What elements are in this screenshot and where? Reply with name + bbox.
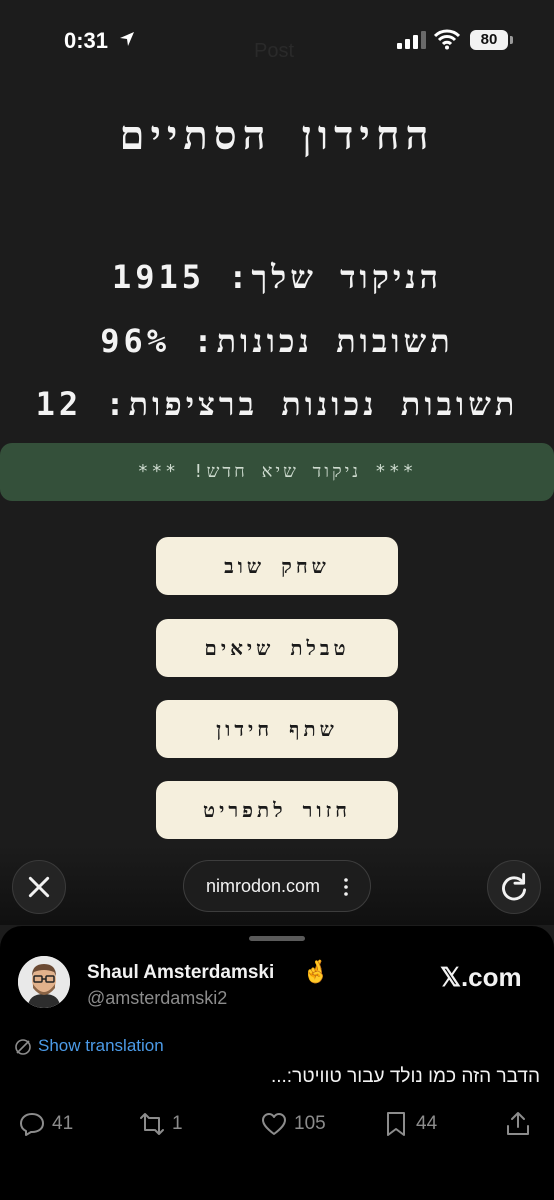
play-again-button[interactable]: שחק שוב	[156, 537, 398, 595]
battery-level: 80	[470, 30, 508, 50]
repost-count: 1	[172, 1113, 183, 1134]
share-quiz-button[interactable]: שתף חידון	[156, 700, 398, 758]
status-bar: 0:31 Post 80	[0, 0, 554, 80]
status-time: 0:31	[64, 28, 109, 53]
repost-icon	[140, 1113, 164, 1135]
author-name[interactable]: Shaul Amsterdamski	[87, 962, 274, 984]
streak-line: תשובות נכונות ברציפות: 12	[35, 385, 519, 423]
like-button[interactable]: 105	[260, 1104, 326, 1144]
bookmark-button[interactable]: 44	[382, 1104, 437, 1144]
reply-button[interactable]: 41	[18, 1104, 73, 1144]
reload-button[interactable]	[487, 860, 541, 914]
hidden-page-title: Post	[254, 40, 295, 62]
bookmark-icon	[387, 1112, 405, 1136]
new-record-banner: *** ניקוד שיא חדש! ***	[0, 443, 554, 501]
tweet-sheet: Shaul Amsterdamski 🤞 @amsterdamski2 𝕏.co…	[0, 926, 554, 1200]
leaderboard-button[interactable]: טבלת שיאים	[156, 619, 398, 677]
tweet-actions: 41 1 105 44	[0, 1104, 554, 1144]
score-line: הניקוד שלך: 1915	[111, 258, 443, 296]
avatar[interactable]	[18, 956, 70, 1008]
share-icon	[507, 1112, 529, 1135]
location-arrow-icon	[120, 32, 134, 46]
show-translation-link[interactable]: Show translation	[14, 1036, 164, 1056]
like-count: 105	[294, 1113, 326, 1134]
url-bar[interactable]: nimrodon.com	[183, 860, 371, 912]
close-icon	[28, 876, 50, 898]
share-button[interactable]	[504, 1104, 532, 1144]
quiz-finished-title: החידון הסתיים	[119, 113, 435, 159]
author-handle[interactable]: @amsterdamski2	[87, 988, 227, 1009]
sheet-grabber[interactable]	[249, 936, 305, 941]
battery-tip	[510, 36, 513, 44]
reply-icon	[20, 1113, 44, 1136]
reload-icon	[502, 873, 527, 901]
tweet-text: הדבר הזה כמו נולד עבור טוויטר:...	[270, 1066, 540, 1087]
heart-icon	[262, 1113, 286, 1135]
avatar-cartoon-icon	[18, 956, 70, 1008]
correct-answers-line: תשובות נכונות: 96%	[100, 322, 454, 360]
crossed-fingers-emoji: 🤞	[302, 959, 330, 984]
wifi-icon	[434, 29, 460, 50]
bookmark-count: 44	[416, 1113, 438, 1134]
close-browser-button[interactable]	[12, 860, 66, 914]
reply-count: 41	[52, 1113, 74, 1134]
url-text: nimrodon.com	[206, 876, 321, 896]
translate-icon	[15, 1038, 31, 1055]
more-options-icon[interactable]	[344, 878, 348, 896]
cellular-signal-icon	[397, 31, 426, 49]
x-com-logo[interactable]: 𝕏.com	[440, 962, 522, 993]
back-to-menu-button[interactable]: חזור לתפריט	[156, 781, 398, 839]
repost-button[interactable]: 1	[138, 1104, 183, 1144]
show-translation-label: Show translation	[38, 1036, 164, 1055]
